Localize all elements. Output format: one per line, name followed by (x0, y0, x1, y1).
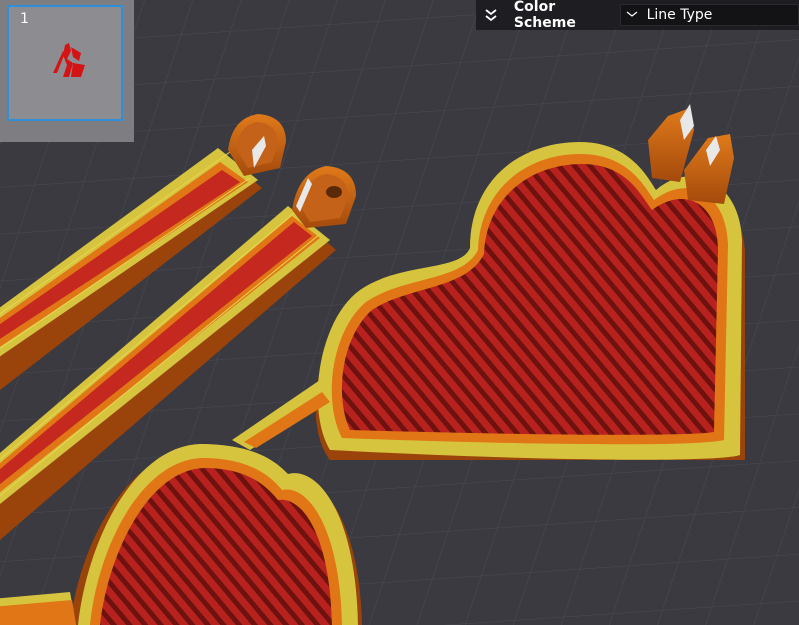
color-scheme-label: Color Scheme (513, 0, 576, 31)
plate-index: 1 (20, 11, 29, 27)
color-scheme-dropdown[interactable]: Line Type (619, 4, 799, 26)
plate-thumbnail-panel: 1 (0, 0, 134, 142)
color-scheme-panel: Color Scheme Line Type (476, 0, 799, 31)
plate-thumbnail[interactable]: 1 (7, 5, 123, 121)
color-scheme-value: Line Type (646, 7, 713, 23)
double-chevron-down-icon[interactable] (476, 0, 506, 30)
chevron-down-icon (625, 7, 641, 23)
model-preview-icon (45, 37, 95, 91)
